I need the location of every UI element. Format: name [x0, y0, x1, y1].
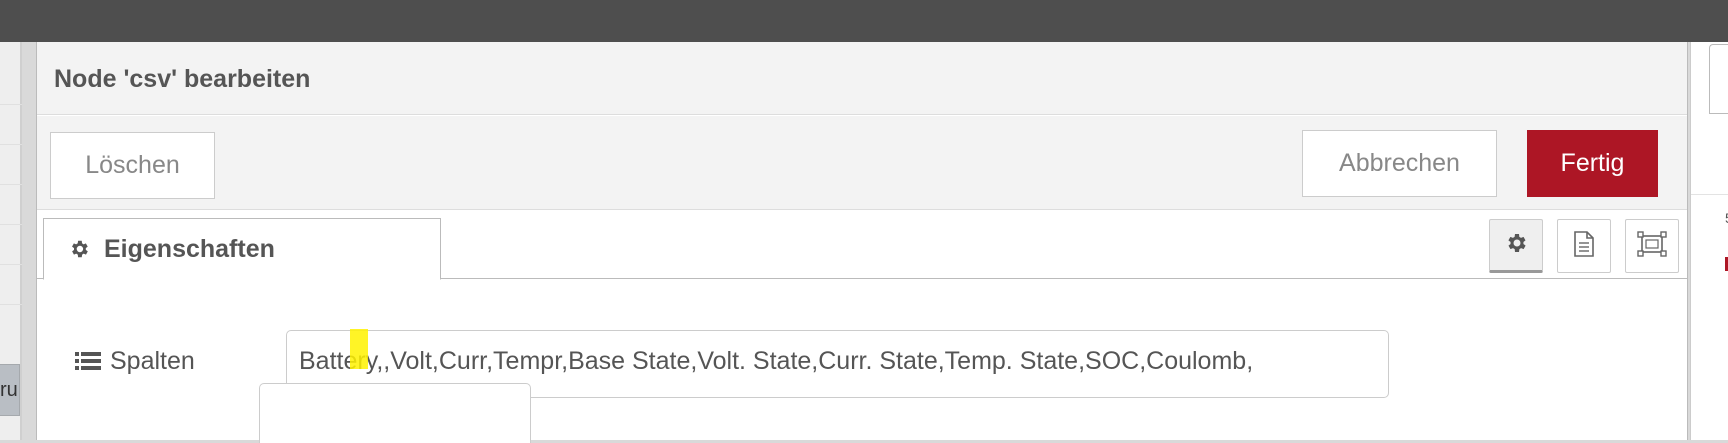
tab-properties-label: Eigenschaften: [104, 234, 275, 263]
grid-line: [0, 144, 22, 145]
sidebar-tab[interactable]: [1709, 44, 1728, 114]
sidebar-divider: [1691, 194, 1728, 195]
gear-icon: [1504, 231, 1528, 260]
grid-line: [0, 304, 22, 305]
grid-line: [0, 264, 22, 265]
frame-icon: [1637, 230, 1667, 262]
tab-properties[interactable]: Eigenschaften: [43, 218, 441, 280]
workspace-node-stub[interactable]: ru: [0, 364, 20, 416]
node-appearance-button[interactable]: [1625, 219, 1679, 273]
gear-icon: [68, 238, 90, 260]
dialog-tabs: Eigenschaften: [37, 211, 1687, 280]
edit-node-dialog: Node 'csv' bearbeiten Löschen Abbrechen …: [36, 42, 1688, 440]
list-icon: [75, 351, 101, 373]
grid-line: [0, 104, 22, 105]
grid-line: [0, 224, 22, 225]
separator-select[interactable]: [259, 383, 531, 443]
highlight-marker: [350, 329, 368, 369]
dialog-title: Node 'csv' bearbeiten: [54, 65, 311, 93]
node-description-button[interactable]: [1557, 219, 1611, 273]
sidebar-panel: 5: [1690, 42, 1728, 440]
node-properties-button[interactable]: [1489, 219, 1543, 273]
columns-label: Spalten: [75, 347, 195, 376]
editor-header-bar: [0, 0, 1728, 42]
delete-button[interactable]: Löschen: [50, 132, 215, 199]
grid-line: [0, 184, 22, 185]
columns-label-text: Spalten: [110, 347, 195, 375]
dialog-header: Node 'csv' bearbeiten: [37, 42, 1687, 115]
cancel-button[interactable]: Abbrechen: [1302, 130, 1497, 197]
document-icon: [1573, 230, 1595, 262]
workspace-left-strip: ru: [0, 42, 22, 440]
done-button[interactable]: Fertig: [1527, 130, 1658, 197]
dialog-toolbar: Löschen Abbrechen Fertig: [37, 116, 1687, 210]
